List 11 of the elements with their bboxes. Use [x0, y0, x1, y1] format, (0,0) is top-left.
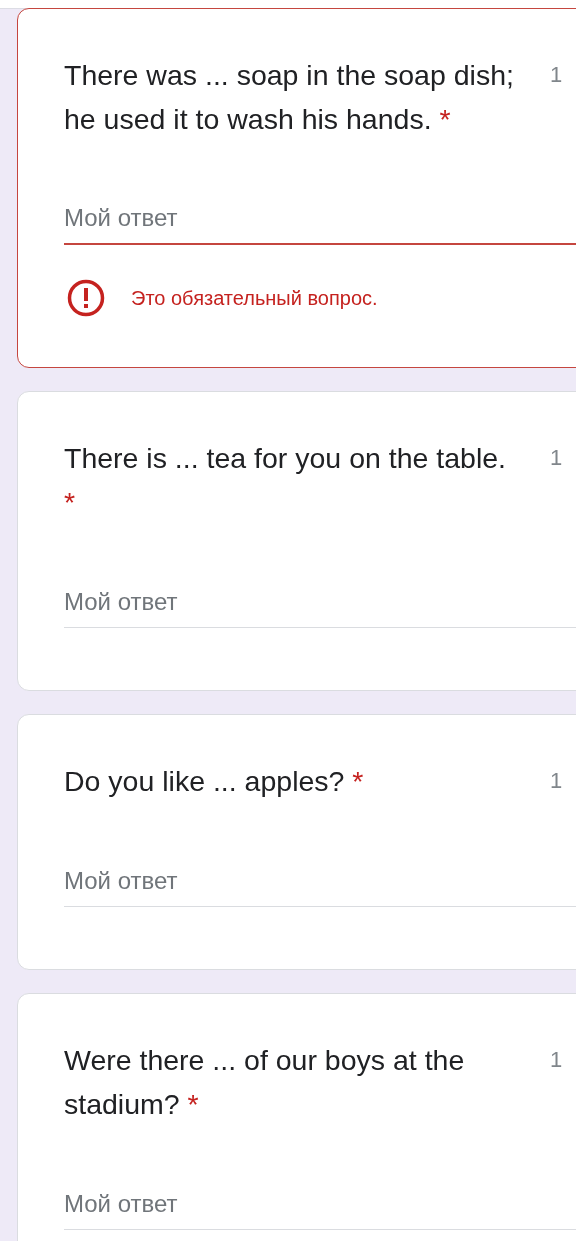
error-message: Это обязательный вопрос.: [131, 286, 378, 310]
points-label: 1: [550, 444, 564, 472]
question-text: There is ... tea for you on the table. *: [64, 441, 507, 520]
question-text: Were there ... of our boys at the stadium? *: [64, 1043, 466, 1122]
points-label: 1: [550, 1046, 564, 1074]
points-label: 1: [550, 767, 564, 795]
points-label: 1: [550, 61, 564, 89]
question-text: Do you like ... apples? *: [64, 764, 365, 799]
question-text: There was ... soap in the soap dish; he used it to wash his hands. *: [64, 58, 515, 137]
answer-field[interactable]: Мой ответ: [64, 199, 576, 245]
error-icon: [67, 279, 105, 317]
